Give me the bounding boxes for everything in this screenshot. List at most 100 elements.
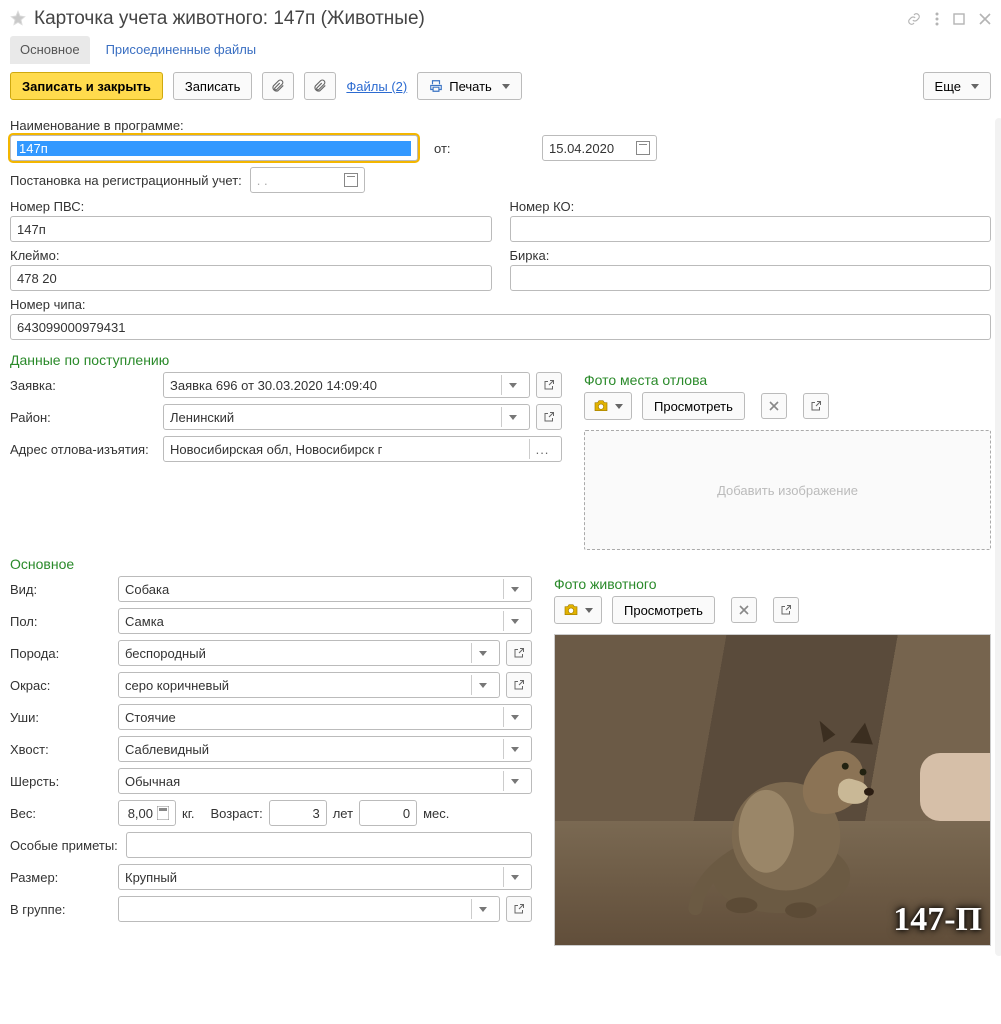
label-let: лет [333, 806, 353, 821]
open-photo-ref-button[interactable] [773, 597, 799, 623]
view-catch-photo-button[interactable]: Просмотреть [642, 392, 745, 420]
label-osob: Особые приметы: [10, 838, 118, 853]
photo-label: 147-П [893, 901, 982, 939]
input-hvost[interactable]: Саблевидный [118, 736, 532, 762]
input-registration-date[interactable]: . . [250, 167, 365, 193]
dropdown-icon[interactable] [471, 899, 493, 919]
open-ref-button[interactable] [506, 640, 532, 666]
ellipsis-button[interactable]: ... [529, 439, 555, 459]
tab-attached-files[interactable]: Присоединенные файлы [96, 36, 267, 64]
dropdown-icon[interactable] [503, 739, 525, 759]
delete-photo-button[interactable] [761, 393, 787, 419]
camera-button[interactable] [554, 596, 602, 624]
input-pol[interactable]: Самка [118, 608, 532, 634]
close-icon[interactable] [979, 13, 991, 25]
label-pol: Пол: [10, 614, 110, 629]
tab-bar: Основное Присоединенные файлы [0, 36, 1001, 64]
dropdown-icon[interactable] [503, 867, 525, 887]
input-special-marks[interactable] [126, 832, 532, 858]
label-name: Наименование в программе: [10, 118, 184, 133]
camera-icon [563, 603, 579, 617]
input-name[interactable]: 147п [10, 135, 418, 161]
favorite-star-icon[interactable] [10, 10, 26, 29]
open-photo-ref-button[interactable] [803, 393, 829, 419]
input-kleymo[interactable]: 478 20 [10, 265, 492, 291]
label-ushi: Уши: [10, 710, 110, 725]
input-weight[interactable]: 8,00 [118, 800, 176, 826]
input-birka[interactable] [510, 265, 992, 291]
dropdown-icon[interactable] [503, 771, 525, 791]
input-poroda[interactable]: беспородный [118, 640, 500, 666]
open-ref-button[interactable] [506, 896, 532, 922]
tab-main[interactable]: Основное [10, 36, 90, 64]
dropdown-icon[interactable] [503, 707, 525, 727]
toolbar: Записать и закрыть Записать Файлы (2) Пе… [0, 64, 1001, 118]
calculator-icon[interactable] [157, 806, 169, 820]
view-animal-photo-button[interactable]: Просмотреть [612, 596, 715, 624]
label-zayavka: Заявка: [10, 378, 155, 393]
label-vid: Вид: [10, 582, 110, 597]
more-button[interactable]: Еще [923, 72, 991, 100]
input-sherst[interactable]: Обычная [118, 768, 532, 794]
label-date-ot: от: [434, 141, 534, 156]
input-zayavka[interactable]: Заявка 696 от 30.03.2020 14:09:40 [163, 372, 530, 398]
input-ko[interactable] [510, 216, 992, 242]
section-catch-photo-title: Фото места отлова [584, 372, 991, 392]
input-raion[interactable]: Ленинский [163, 404, 530, 430]
catch-photo-dropzone[interactable]: Добавить изображение [584, 430, 991, 550]
label-sherst: Шерсть: [10, 774, 110, 789]
attach-button-2[interactable] [304, 72, 336, 100]
label-ko: Номер КО: [510, 199, 610, 214]
hand-illustration [920, 753, 990, 821]
label-kg: кг. [182, 806, 194, 821]
label-okras: Окрас: [10, 678, 110, 693]
maximize-icon[interactable] [953, 13, 965, 25]
dropdown-icon[interactable] [471, 643, 493, 663]
dropdown-icon[interactable] [503, 611, 525, 631]
section-main-title: Основное [10, 550, 991, 576]
save-button[interactable]: Записать [173, 72, 253, 100]
dropdown-icon[interactable] [501, 375, 523, 395]
input-date[interactable]: 15.04.2020 [542, 135, 657, 161]
input-vid[interactable]: Собака [118, 576, 532, 602]
label-registration: Постановка на регистрационный учет: [10, 173, 242, 188]
save-and-close-button[interactable]: Записать и закрыть [10, 72, 163, 100]
window-header: Карточка учета животного: 147п (Животные… [0, 0, 1001, 36]
input-group[interactable] [118, 896, 500, 922]
files-link[interactable]: Файлы (2) [346, 79, 407, 94]
calendar-icon[interactable] [636, 141, 650, 155]
section-animal-photo-title: Фото животного [554, 576, 991, 596]
attach-button-1[interactable] [262, 72, 294, 100]
input-age-months[interactable]: 0 [359, 800, 417, 826]
input-size[interactable]: Крупный [118, 864, 532, 890]
delete-photo-button[interactable] [731, 597, 757, 623]
dropdown-icon[interactable] [503, 579, 525, 599]
window-title: Карточка учета животного: 147п (Животные… [34, 8, 907, 30]
open-ref-button[interactable] [536, 404, 562, 430]
camera-button[interactable] [584, 392, 632, 420]
dog-illustration [686, 703, 886, 920]
open-ref-button[interactable] [506, 672, 532, 698]
input-okras[interactable]: серо коричневый [118, 672, 500, 698]
dropdown-icon[interactable] [471, 675, 493, 695]
input-ushi[interactable]: Стоячие [118, 704, 532, 730]
print-button[interactable]: Печать [417, 72, 522, 100]
input-chip[interactable]: 643099000979431 [10, 314, 991, 340]
printer-icon [429, 79, 443, 93]
label-raion: Район: [10, 410, 155, 425]
label-vgruppe: В группе: [10, 902, 110, 917]
dropdown-icon[interactable] [501, 407, 523, 427]
label-kleymo: Клеймо: [10, 248, 110, 263]
label-address: Адрес отлова-изъятия: [10, 442, 155, 457]
calendar-icon[interactable] [344, 173, 358, 187]
kebab-menu-icon[interactable] [935, 12, 939, 26]
link-icon[interactable] [907, 12, 921, 26]
label-poroda: Порода: [10, 646, 110, 661]
input-age-years[interactable]: 3 [269, 800, 327, 826]
label-vozrast: Возраст: [210, 806, 262, 821]
input-address[interactable]: Новосибирская обл, Новосибирск г... [163, 436, 562, 462]
open-ref-button[interactable] [536, 372, 562, 398]
input-pvs[interactable]: 147п [10, 216, 492, 242]
animal-photo[interactable]: 147-П [554, 634, 991, 946]
label-hvost: Хвост: [10, 742, 110, 757]
